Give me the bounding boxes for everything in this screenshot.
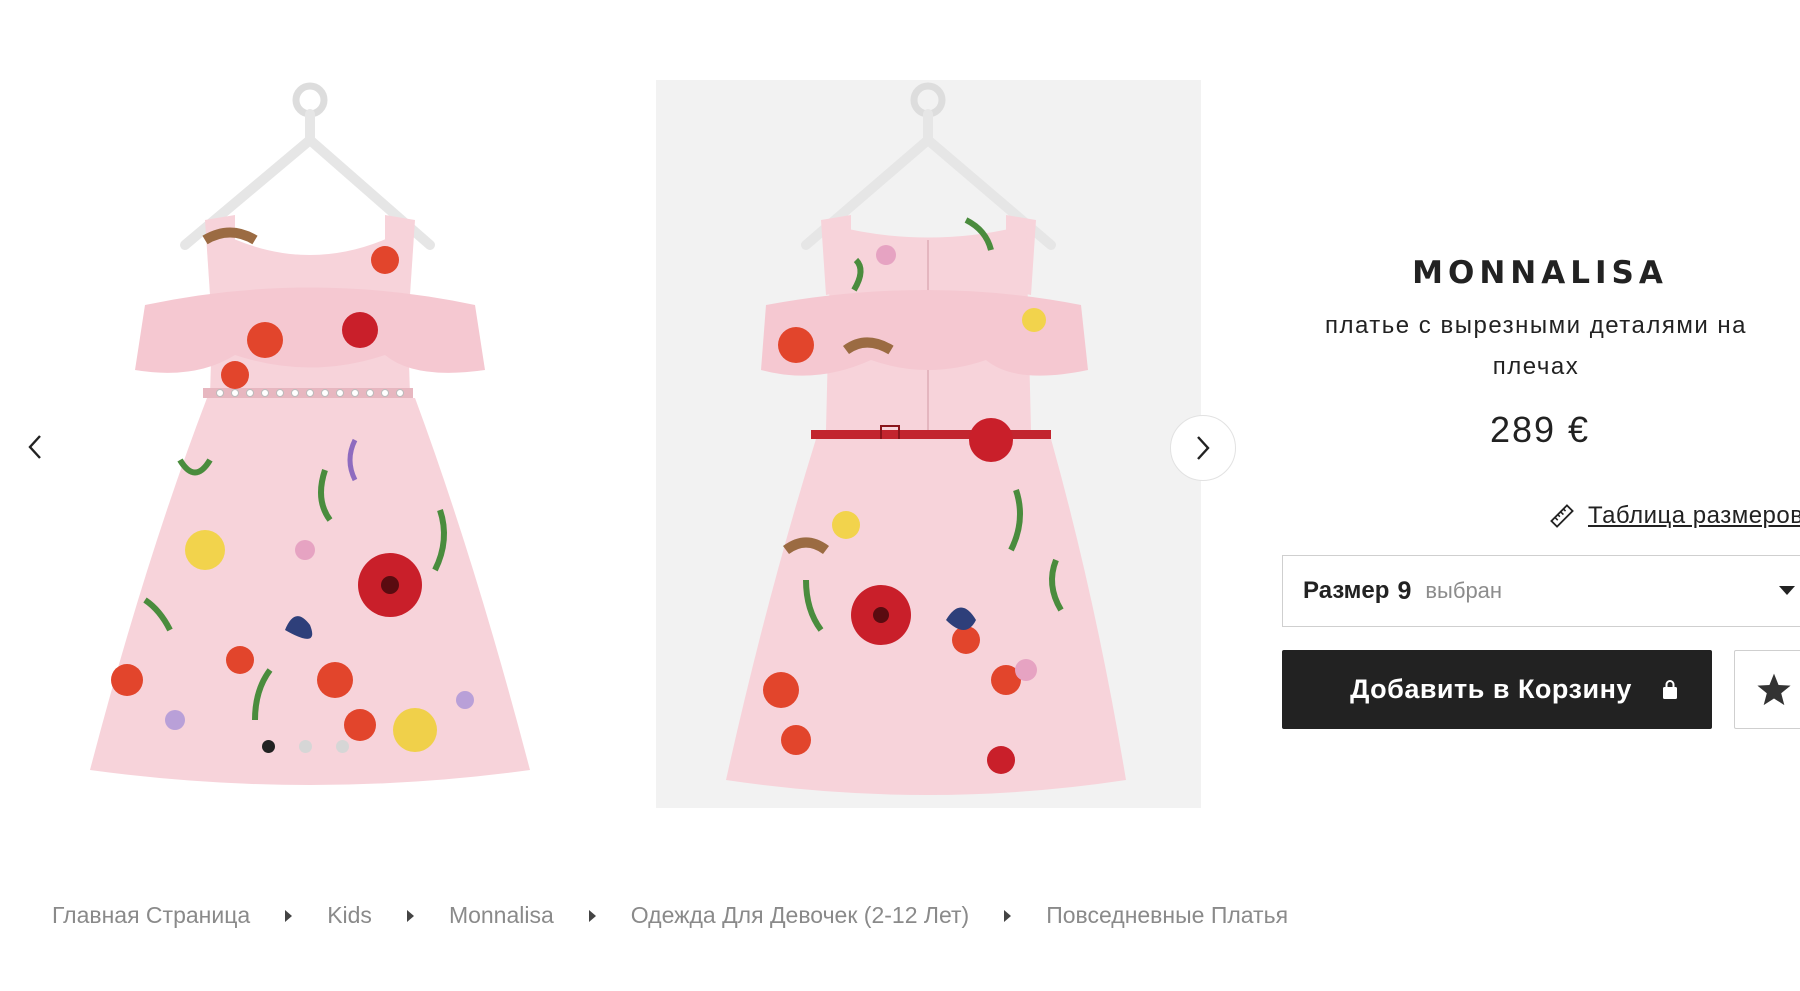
gallery-prev-button[interactable] xyxy=(18,430,52,464)
product-price: 289 € xyxy=(1489,409,1591,450)
add-to-cart-label: Добавить в Корзину xyxy=(1350,674,1632,704)
caret-right-icon xyxy=(406,909,414,922)
breadcrumb-brand[interactable]: Monnalisa xyxy=(449,902,554,929)
size-guide-link[interactable]: Таблица размеров xyxy=(1550,502,1800,530)
caret-down-icon xyxy=(1779,586,1795,595)
dress-front-illustration xyxy=(90,82,530,785)
size-value: 9 xyxy=(1397,576,1412,605)
breadcrumb-category[interactable]: Одежда Для Девочек (2-12 Лет) xyxy=(631,902,969,929)
size-dropdown[interactable]: Размер 9 выбран xyxy=(1282,555,1800,627)
breadcrumb: Главная Страница Kids Monnalisa Одежда Д… xyxy=(52,902,1288,929)
caret-right-icon xyxy=(285,909,293,922)
chevron-left-icon xyxy=(28,435,41,459)
gallery-dot-1[interactable] xyxy=(262,740,275,753)
chevron-right-icon xyxy=(1197,436,1210,460)
caret-right-icon xyxy=(588,909,596,922)
size-label: Размер xyxy=(1303,577,1390,604)
product-name: платье с вырезными деталями на плечах xyxy=(1324,312,1748,380)
star-icon xyxy=(1757,673,1791,705)
dress-back-illustration xyxy=(726,82,1126,795)
size-guide-label: Таблица размеров xyxy=(1588,502,1800,529)
breadcrumb-kids[interactable]: Kids xyxy=(327,902,372,929)
product-gallery xyxy=(0,0,1240,830)
wishlist-button[interactable] xyxy=(1734,650,1800,729)
gallery-next-button[interactable] xyxy=(1170,415,1236,481)
breadcrumb-subcategory[interactable]: Повседневные Платья xyxy=(1046,902,1288,929)
brand-name[interactable]: MONNALISA xyxy=(1280,255,1800,291)
caret-right-icon xyxy=(1004,909,1012,922)
breadcrumb-home[interactable]: Главная Страница xyxy=(52,902,250,929)
product-info-panel: MONNALISA платье с вырезными деталями на… xyxy=(1280,255,1800,729)
gallery-dot-2[interactable] xyxy=(299,740,312,753)
gallery-dot-3[interactable] xyxy=(336,740,349,753)
add-to-cart-button[interactable]: Добавить в Корзину xyxy=(1282,650,1712,729)
size-state: выбран xyxy=(1425,578,1503,603)
product-image-back[interactable] xyxy=(656,80,1201,808)
gallery-pagination xyxy=(262,740,349,753)
ruler-icon xyxy=(1550,504,1574,528)
product-image-front[interactable] xyxy=(85,80,630,808)
bag-icon xyxy=(1662,679,1677,699)
